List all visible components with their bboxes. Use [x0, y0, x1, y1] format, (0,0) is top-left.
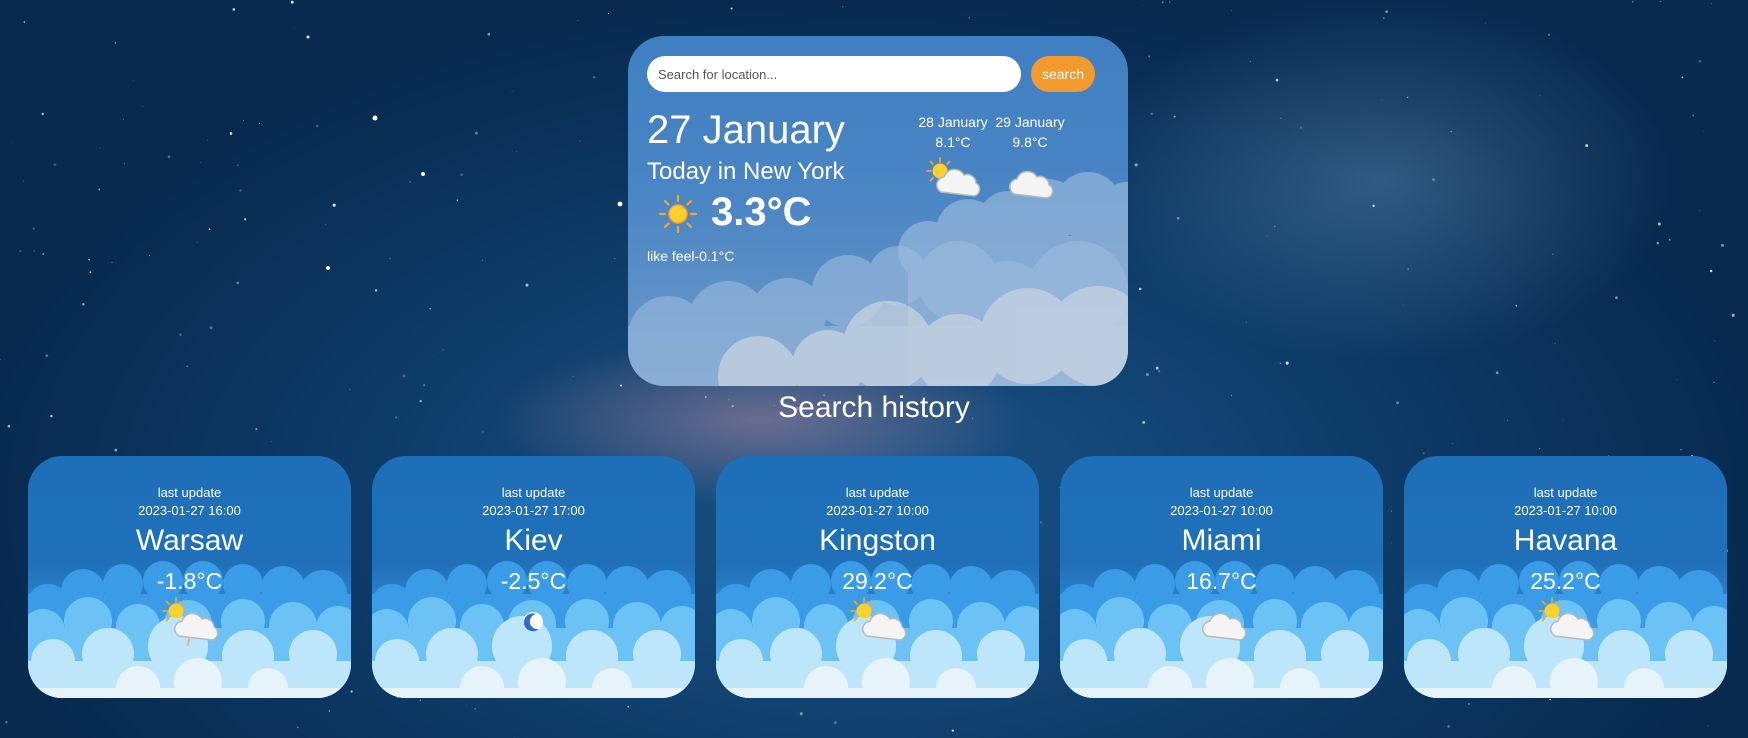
last-update-time: 2023-01-27 10:00 — [1170, 503, 1273, 518]
search-button[interactable]: search — [1031, 56, 1095, 92]
history-card-kiev[interactable]: last update 2023-01-27 17:00 Kiev -2.5°C — [372, 456, 695, 698]
city-temperature: -2.5°C — [500, 568, 567, 594]
current-location: Today in New York — [647, 158, 845, 185]
last-update-time: 2023-01-27 10:00 — [1514, 503, 1617, 518]
partly-cloudy-icon — [926, 157, 981, 197]
history-card-miami[interactable]: last update 2023-01-27 10:00 Miami 16.7°C — [1060, 456, 1383, 698]
city-name: Warsaw — [135, 524, 244, 557]
last-update-label: last update — [845, 485, 910, 500]
current-temperature: 3.3°C — [711, 190, 812, 234]
partly-cloudy-icon — [1538, 597, 1595, 641]
forecast-date: 29 January — [995, 114, 1065, 130]
forecast-temp: 9.8°C — [1012, 134, 1048, 150]
city-temperature: -1.8°C — [156, 568, 223, 594]
forecast-date: 28 January — [918, 114, 988, 130]
city-name: Kiev — [504, 524, 563, 557]
last-update: last update 2023-01-27 10:00 — [1404, 484, 1727, 520]
last-update-label: last update — [1189, 485, 1254, 500]
forecast-temp: 8.1°C — [935, 134, 971, 150]
last-update: last update 2023-01-27 10:00 — [716, 484, 1039, 520]
feels-like-text: like feel-0.1°C — [647, 248, 735, 264]
last-update: last update 2023-01-27 17:00 — [372, 484, 695, 520]
search-input[interactable] — [647, 56, 1021, 92]
moon-icon — [523, 612, 543, 632]
current-date: 27 January — [647, 108, 845, 152]
history-card-havana[interactable]: last update 2023-01-27 10:00 Havana 25.2°C — [1404, 456, 1727, 698]
history-card-warsaw[interactable]: last update 2023-01-27 16:00 Warsaw -1.8°C — [28, 456, 351, 698]
last-update-label: last update — [501, 485, 566, 500]
city-temperature: 29.2°C — [842, 568, 913, 594]
last-update-label: last update — [1533, 485, 1598, 500]
last-update-label: last update — [157, 485, 222, 500]
city-temperature: 25.2°C — [1530, 568, 1601, 594]
current-weather-card: search 27 January Today in New York 3.3°… — [628, 36, 1128, 386]
city-name: Miami — [1181, 524, 1262, 557]
last-update-time: 2023-01-27 16:00 — [138, 503, 241, 518]
city-name: Kingston — [819, 524, 936, 557]
forecast-day: 29 January 9.8°C — [993, 112, 1067, 200]
city-name: Havana — [1513, 524, 1618, 557]
partly-cloudy-rain-icon — [162, 597, 219, 646]
cloud-icon — [1009, 170, 1054, 199]
cloud-icon — [1202, 612, 1247, 641]
last-update: last update 2023-01-27 10:00 — [1060, 484, 1383, 520]
sun-icon — [658, 194, 698, 234]
forecast-day: 28 January 8.1°C — [916, 112, 990, 200]
search-history-title: Search history — [778, 391, 970, 424]
history-card-kingston[interactable]: last update 2023-01-27 10:00 Kingston 29.2°… — [716, 456, 1039, 698]
city-temperature: 16.7°C — [1186, 568, 1257, 594]
last-update-time: 2023-01-27 10:00 — [826, 503, 929, 518]
last-update: last update 2023-01-27 16:00 — [28, 484, 351, 520]
last-update-time: 2023-01-27 17:00 — [482, 503, 585, 518]
partly-cloudy-icon — [850, 597, 907, 641]
search-bar: search — [647, 56, 1095, 92]
